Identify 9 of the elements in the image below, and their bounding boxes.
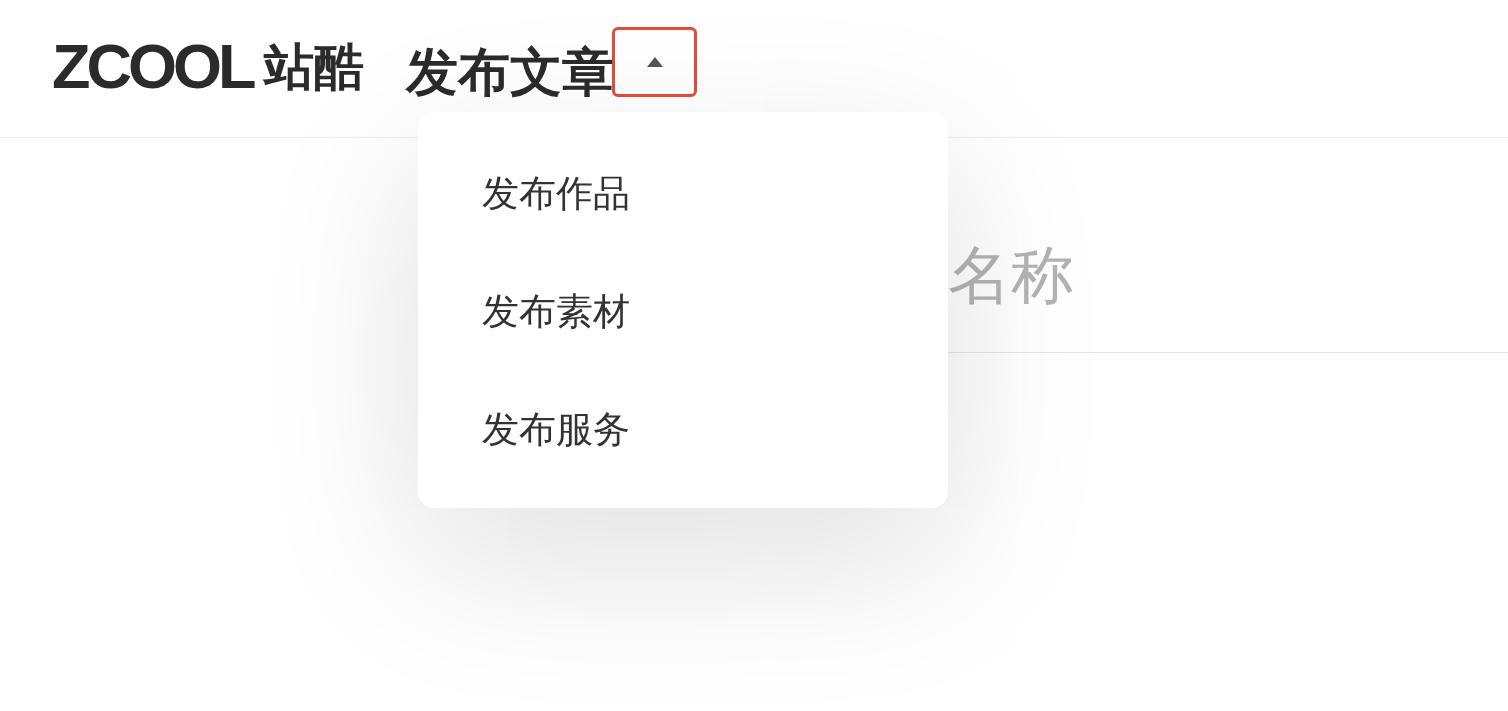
title-input-field[interactable]: 名称 <box>948 243 1508 353</box>
logo-name: 站酷 <box>264 41 365 92</box>
menu-item[interactable]: 发布服务 <box>418 370 948 488</box>
menu-item[interactable]: 发布素材 <box>418 252 948 370</box>
logo-wordmark: ZCOOL <box>52 35 253 98</box>
page-title: 发布文章 <box>406 45 615 98</box>
menu-item[interactable]: 发布作品 <box>418 134 948 252</box>
caret-up-icon <box>647 56 663 67</box>
menu-toggle-button[interactable] <box>612 26 698 97</box>
